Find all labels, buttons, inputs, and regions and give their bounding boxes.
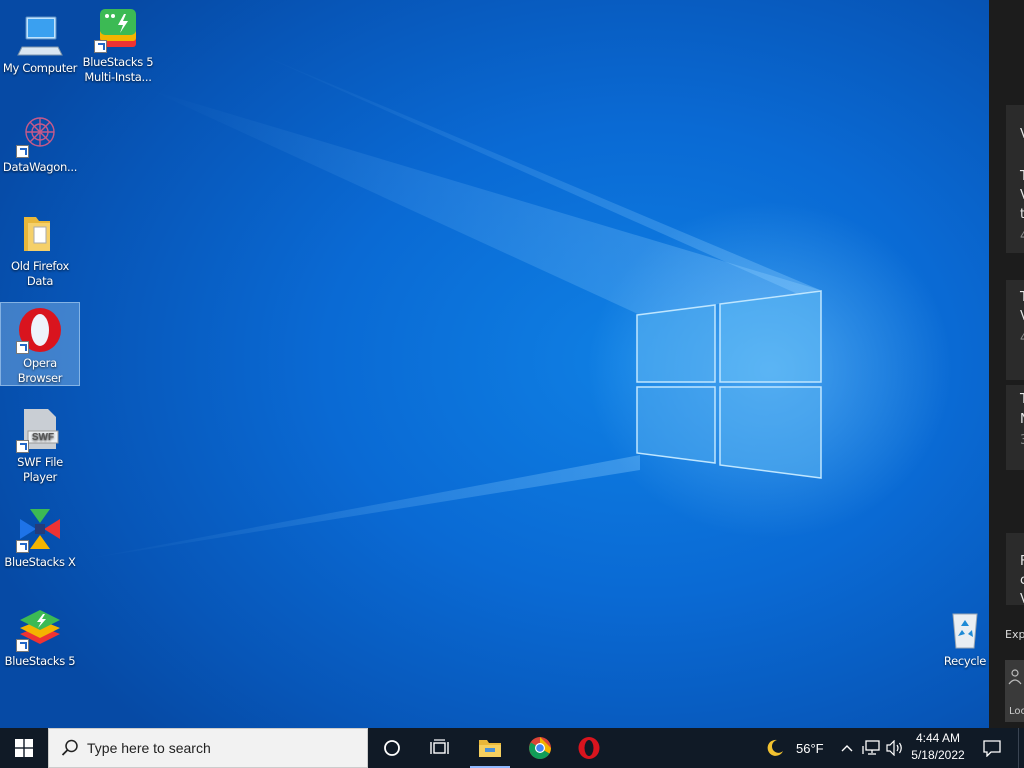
desktop-icon-bluestacks-multi-instance[interactable]: BlueStacks 5 Multi-Insta... xyxy=(79,2,157,85)
search-icon xyxy=(61,739,78,756)
svg-text:SWF: SWF xyxy=(32,432,54,443)
weather-temperature: 56°F xyxy=(796,740,824,756)
panel-text: F xyxy=(1020,554,1024,569)
panel-text: 4 xyxy=(1020,229,1024,244)
opera-taskbar-button[interactable] xyxy=(564,728,614,768)
panel-text: N xyxy=(1020,412,1024,427)
recycle-bin-icon xyxy=(941,604,989,652)
shortcut-arrow-icon xyxy=(94,40,107,53)
start-button[interactable] xyxy=(0,728,48,768)
expand-link[interactable]: Exp xyxy=(1005,628,1024,641)
task-view-button[interactable] xyxy=(416,728,464,768)
shortcut-arrow-icon xyxy=(16,639,29,652)
desktop-icon-label: Opera Browser xyxy=(17,356,63,385)
wallpaper-light-beams xyxy=(80,50,822,560)
search-box[interactable]: Type here to search xyxy=(48,728,368,768)
shortcut-arrow-icon xyxy=(16,341,29,354)
show-hidden-icons-button[interactable] xyxy=(837,728,857,768)
panel-text: T xyxy=(1020,290,1024,305)
desktop-icon-swf-file-player[interactable]: SWF SWF File Player xyxy=(1,402,79,485)
chevron-up-icon xyxy=(841,745,853,752)
desktop-icon-my-computer[interactable]: My Computer xyxy=(1,8,79,76)
desktop-icon-label: BlueStacks X xyxy=(4,555,76,569)
bluestacks-x-icon xyxy=(16,505,64,553)
shortcut-arrow-icon xyxy=(16,145,29,158)
panel-text: 4 xyxy=(1020,331,1024,346)
file-explorer-button[interactable] xyxy=(466,728,514,768)
swf-player-icon: SWF xyxy=(16,405,64,453)
panel-text: 3 xyxy=(1020,433,1024,448)
panel-text: T xyxy=(1020,169,1024,184)
volume-button[interactable] xyxy=(884,728,906,768)
notification-center-button[interactable] xyxy=(976,728,1008,768)
desktop-icon-label: DataWagon... xyxy=(2,160,78,174)
action-center-panel[interactable]: V T V t 4 T V 4 T N 3 F c V Exp Loc xyxy=(989,0,1024,728)
panel-text: V xyxy=(1020,592,1024,607)
clock-time: 4:44 AM xyxy=(915,731,961,745)
person-icon xyxy=(1008,669,1022,685)
weather-widget[interactable]: 56°F xyxy=(762,728,830,768)
desktop-icon-bluestacks-x[interactable]: BlueStacks X xyxy=(1,502,79,570)
shortcut-arrow-icon xyxy=(16,540,29,553)
windows-logo-icon xyxy=(15,739,33,757)
location-tile-label: Loc xyxy=(1009,706,1024,717)
desktop-icon-label: Old Firefox Data xyxy=(11,259,69,288)
chrome-icon xyxy=(529,737,551,759)
file-explorer-icon xyxy=(479,740,501,757)
desktop-icon-opera-browser[interactable]: Opera Browser xyxy=(0,302,80,386)
opera-icon xyxy=(16,306,64,354)
network-button[interactable] xyxy=(860,728,882,768)
show-desktop-button[interactable] xyxy=(1018,728,1024,768)
volume-icon xyxy=(886,740,902,756)
desktop-icon-label: BlueStacks 5 xyxy=(4,654,76,668)
desktop-icon-label: SWF File Player xyxy=(17,455,63,484)
desktop-icon-label: BlueStacks 5 Multi-Insta... xyxy=(82,55,154,84)
desktop-icon-label: My Computer xyxy=(2,61,78,75)
panel-text: V xyxy=(1020,309,1024,324)
moon-icon xyxy=(767,739,783,756)
desktop-icon-old-firefox-data[interactable]: Old Firefox Data xyxy=(1,206,79,289)
clock-date: 5/18/2022 xyxy=(911,748,965,762)
panel-text: T xyxy=(1020,392,1024,407)
panel-text: V xyxy=(1020,188,1024,203)
opera-icon xyxy=(578,737,600,759)
clock[interactable]: 4:44 AM 5/18/2022 xyxy=(908,730,968,764)
network-icon xyxy=(862,740,880,755)
desktop-icon-datawagon[interactable]: DataWagon... xyxy=(1,107,79,175)
panel-text: V xyxy=(1020,127,1024,142)
folder-icon xyxy=(16,209,64,257)
bluestacks-icon xyxy=(16,604,64,652)
taskbar: Type here to search 56°F 4:44 AM 5/18/20… xyxy=(0,728,1024,768)
panel-text: c xyxy=(1020,573,1024,588)
cortana-icon xyxy=(384,740,400,756)
cortana-button[interactable] xyxy=(368,728,416,768)
notification-icon xyxy=(983,739,1001,757)
panel-text: t xyxy=(1020,207,1024,222)
desktop-icon-bluestacks-5[interactable]: BlueStacks 5 xyxy=(1,601,79,669)
task-view-icon xyxy=(430,739,449,754)
windows-logo-wallpaper xyxy=(636,290,822,479)
search-placeholder: Type here to search xyxy=(87,740,211,756)
computer-icon xyxy=(16,11,64,59)
datawagon-icon xyxy=(16,110,64,158)
desktop[interactable]: My Computer BlueStacks 5 Multi-Insta... xyxy=(0,0,1024,728)
shortcut-arrow-icon xyxy=(16,440,29,453)
bluestacks-multi-instance-icon xyxy=(94,5,142,53)
chrome-button[interactable] xyxy=(516,728,564,768)
